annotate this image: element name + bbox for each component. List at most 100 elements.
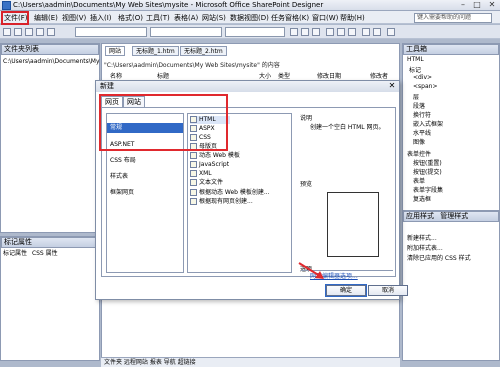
font-size-select[interactable] bbox=[225, 27, 285, 37]
font-select[interactable] bbox=[150, 27, 222, 37]
title-bar: C:\Users\aadmin\Documents\My Web Sites\m… bbox=[0, 0, 500, 11]
bold-icon[interactable] bbox=[290, 28, 298, 36]
javascript-page-icon bbox=[190, 161, 197, 168]
col-name[interactable]: 名称 bbox=[110, 71, 122, 80]
bullet-list-icon[interactable] bbox=[373, 28, 381, 36]
toolbox-item[interactable]: <div> bbox=[413, 74, 432, 81]
align-right-icon[interactable] bbox=[348, 28, 356, 36]
tab-site[interactable]: 网站 bbox=[105, 46, 126, 56]
font-color-icon[interactable] bbox=[387, 28, 395, 36]
preview-icon[interactable] bbox=[47, 28, 55, 36]
tab-manage-styles[interactable]: 管理样式 bbox=[440, 212, 468, 220]
template-item[interactable]: 根据现有网页创建... bbox=[190, 198, 253, 206]
menu-window[interactable]: 窗口(W) bbox=[312, 13, 338, 23]
description-label: 说明 bbox=[300, 115, 313, 122]
new-page-icon[interactable] bbox=[3, 28, 11, 36]
template-item[interactable]: 文本文件 bbox=[190, 179, 223, 187]
toolbox-item[interactable]: 复选框 bbox=[413, 194, 431, 203]
toolbox-item[interactable]: 表单 bbox=[413, 176, 425, 185]
open-icon[interactable] bbox=[14, 28, 22, 36]
underline-icon[interactable] bbox=[312, 28, 320, 36]
col-modified-by[interactable]: 修改者 bbox=[370, 71, 388, 80]
menu-data-view[interactable]: 数据视图(D) bbox=[230, 13, 269, 23]
toolbox-item[interactable]: HTML bbox=[407, 56, 424, 63]
toolbox-item[interactable]: 嵌入式框架 bbox=[413, 119, 443, 128]
menu-tools[interactable]: 工具(T) bbox=[146, 13, 170, 23]
toolbox-item[interactable]: 标记 bbox=[409, 65, 421, 74]
help-search-input[interactable]: 键入需要帮助的问题 bbox=[414, 13, 492, 23]
toolbox-item[interactable]: 按钮(提交) bbox=[413, 167, 442, 176]
new-dialog: 新建 ✕ 网页 网站 常规 ASP.NET CSS 布局 样式表 框架网页 HT… bbox=[95, 80, 408, 300]
annotation-arrow-icon bbox=[298, 262, 324, 279]
template-item[interactable]: XML bbox=[190, 170, 212, 178]
folder-path[interactable]: C:\Users\aadmin\Documents\My bbox=[3, 58, 100, 65]
tab-tag-properties[interactable]: 标记属性 bbox=[3, 250, 27, 257]
app-icon bbox=[2, 1, 11, 10]
menu-insert[interactable]: 插入(I) bbox=[90, 13, 112, 23]
preview-box bbox=[327, 192, 379, 257]
italic-icon[interactable] bbox=[301, 28, 309, 36]
col-type[interactable]: 类型 bbox=[278, 71, 290, 80]
toolbox-item[interactable]: 换行符 bbox=[413, 110, 431, 119]
tab-untitled-1[interactable]: 无标题_1.htm bbox=[132, 46, 179, 56]
tag-properties-pane: 标记属性 标记属性 CSS 属性 bbox=[0, 236, 100, 361]
numbered-list-icon[interactable] bbox=[362, 28, 370, 36]
ok-button[interactable]: 确定 bbox=[325, 284, 367, 297]
text-file-icon bbox=[190, 179, 197, 186]
menu-format[interactable]: 格式(O) bbox=[118, 13, 143, 23]
tab-untitled-2[interactable]: 无标题_2.htm bbox=[180, 46, 227, 56]
toolbox-item[interactable]: 图像 bbox=[413, 137, 425, 146]
cancel-button[interactable]: 取消 bbox=[368, 285, 408, 296]
template-label: 动态 Web 模板 bbox=[199, 152, 240, 159]
template-label: 文本文件 bbox=[199, 179, 224, 186]
toolbox-title: 工具箱 bbox=[403, 44, 499, 55]
dialog-close-button[interactable]: ✕ bbox=[386, 81, 398, 91]
toolbox-item[interactable]: <span> bbox=[413, 83, 437, 90]
align-center-icon[interactable] bbox=[337, 28, 345, 36]
col-size[interactable]: 大小 bbox=[259, 71, 271, 80]
template-item[interactable]: JavaScript bbox=[190, 161, 229, 169]
minimize-button[interactable]: – bbox=[456, 0, 470, 10]
toolbox-item[interactable]: 水平线 bbox=[413, 128, 431, 137]
menu-table[interactable]: 表格(A) bbox=[174, 13, 198, 23]
clear-styles-item[interactable]: 清除已应用的 CSS 样式 bbox=[407, 253, 471, 262]
category-style-sheets[interactable]: 样式表 bbox=[107, 172, 183, 182]
category-css-layouts[interactable]: CSS 布局 bbox=[107, 156, 183, 166]
apply-styles-header: 应用样式 管理样式 bbox=[403, 211, 499, 222]
tab-apply-styles[interactable]: 应用样式 bbox=[406, 212, 434, 220]
preview-label: 预览 bbox=[300, 181, 313, 188]
toolbox-item[interactable]: 段落 bbox=[413, 101, 425, 110]
col-modified[interactable]: 修改日期 bbox=[317, 71, 341, 80]
toolbox-item[interactable]: 表单控件 bbox=[407, 149, 431, 158]
new-style-link[interactable]: 新建样式... bbox=[407, 233, 437, 242]
window-title: C:\Users\aadmin\Documents\My Web Sites\m… bbox=[13, 1, 324, 9]
toolbox-item[interactable]: 层 bbox=[413, 92, 419, 101]
tag-properties-title: 标记属性 bbox=[1, 237, 99, 248]
xml-page-icon bbox=[190, 170, 197, 177]
menu-help[interactable]: 帮助(H) bbox=[340, 13, 365, 23]
template-item[interactable]: 动态 Web 模板 bbox=[190, 152, 240, 160]
apply-styles-pane: 应用样式 管理样式 新建样式... 附加样式表... 清除已应用的 CSS 样式 bbox=[402, 210, 500, 361]
maximize-button[interactable]: □ bbox=[470, 0, 484, 10]
template-item[interactable]: 根据动态 Web 模板创建... bbox=[190, 189, 270, 197]
close-button[interactable]: ✕ bbox=[485, 0, 499, 10]
menu-task-panes[interactable]: 任务窗格(K) bbox=[271, 13, 309, 23]
description-text: 创建一个空白 HTML 网页。 bbox=[310, 124, 385, 131]
toolbox-item[interactable]: 按钮(重置) bbox=[413, 158, 442, 167]
toolbox-item[interactable]: 表单字段集 bbox=[413, 185, 443, 194]
create-from-page-icon bbox=[190, 198, 197, 205]
view-bar[interactable]: 文件夹 远程网站 报表 导航 超链接 bbox=[101, 357, 400, 367]
category-frames-pages[interactable]: 框架网页 bbox=[107, 188, 183, 198]
publish-icon[interactable] bbox=[36, 28, 44, 36]
template-label: XML bbox=[199, 170, 212, 177]
align-left-icon[interactable] bbox=[326, 28, 334, 36]
attach-stylesheet-link[interactable]: 附加样式表... bbox=[407, 243, 443, 252]
style-select[interactable] bbox=[75, 27, 147, 37]
menu-site[interactable]: 网站(S) bbox=[202, 13, 226, 23]
template-label: 根据动态 Web 模板创建... bbox=[199, 189, 270, 196]
menu-view[interactable]: 视图(V) bbox=[62, 13, 86, 23]
save-icon[interactable] bbox=[25, 28, 33, 36]
tab-css-properties[interactable]: CSS 属性 bbox=[32, 250, 58, 257]
col-title[interactable]: 标题 bbox=[157, 71, 169, 80]
menu-edit[interactable]: 编辑(E) bbox=[34, 13, 58, 23]
